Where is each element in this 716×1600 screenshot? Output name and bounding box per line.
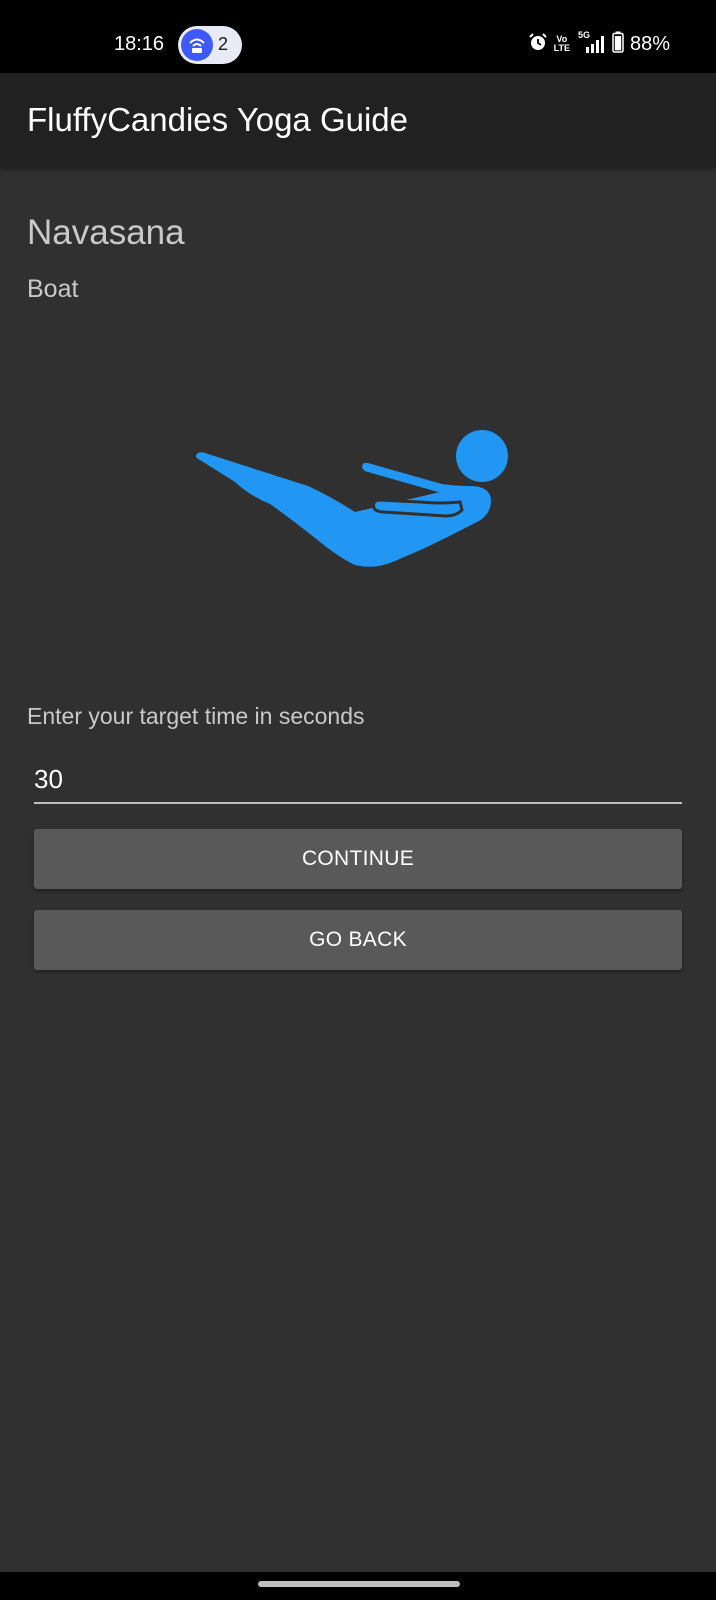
pose-sanskrit-name: Navasana bbox=[27, 213, 185, 252]
status-icons: Vo LTE 5G 88% bbox=[528, 30, 670, 58]
navigation-bar bbox=[0, 1572, 716, 1600]
volte-icon: Vo LTE bbox=[554, 35, 570, 53]
continue-button[interactable]: CONTINUE bbox=[34, 829, 682, 889]
boat-pose-icon bbox=[190, 420, 520, 580]
app-title: FluffyCandies Yoga Guide bbox=[27, 101, 408, 138]
app-bar: FluffyCandies Yoga Guide bbox=[0, 73, 716, 168]
battery-icon bbox=[612, 31, 624, 58]
hotspot-indicator[interactable]: 2 bbox=[178, 26, 242, 64]
pose-english-name: Boat bbox=[27, 275, 79, 303]
alarm-icon bbox=[528, 32, 548, 57]
volte-bottom: LTE bbox=[553, 43, 570, 53]
hotspot-icon bbox=[181, 29, 213, 61]
battery-percent: 88% bbox=[629, 32, 670, 55]
signal-5g-icon: 5G bbox=[576, 31, 606, 55]
status-bar: 18:16 2 Vo LTE 5G 88% bbox=[0, 0, 716, 73]
target-time-label: Enter your target time in seconds bbox=[27, 703, 365, 729]
status-time: 18:16 bbox=[114, 33, 165, 55]
target-time-input[interactable] bbox=[34, 760, 682, 804]
go-back-button[interactable]: GO BACK bbox=[34, 910, 682, 970]
hotspot-count: 2 bbox=[218, 34, 229, 54]
gesture-handle[interactable] bbox=[258, 1581, 460, 1587]
yoga-pose-screen: 18:16 2 Vo LTE 5G 88% FluffyCandies Yoga… bbox=[0, 0, 716, 1600]
